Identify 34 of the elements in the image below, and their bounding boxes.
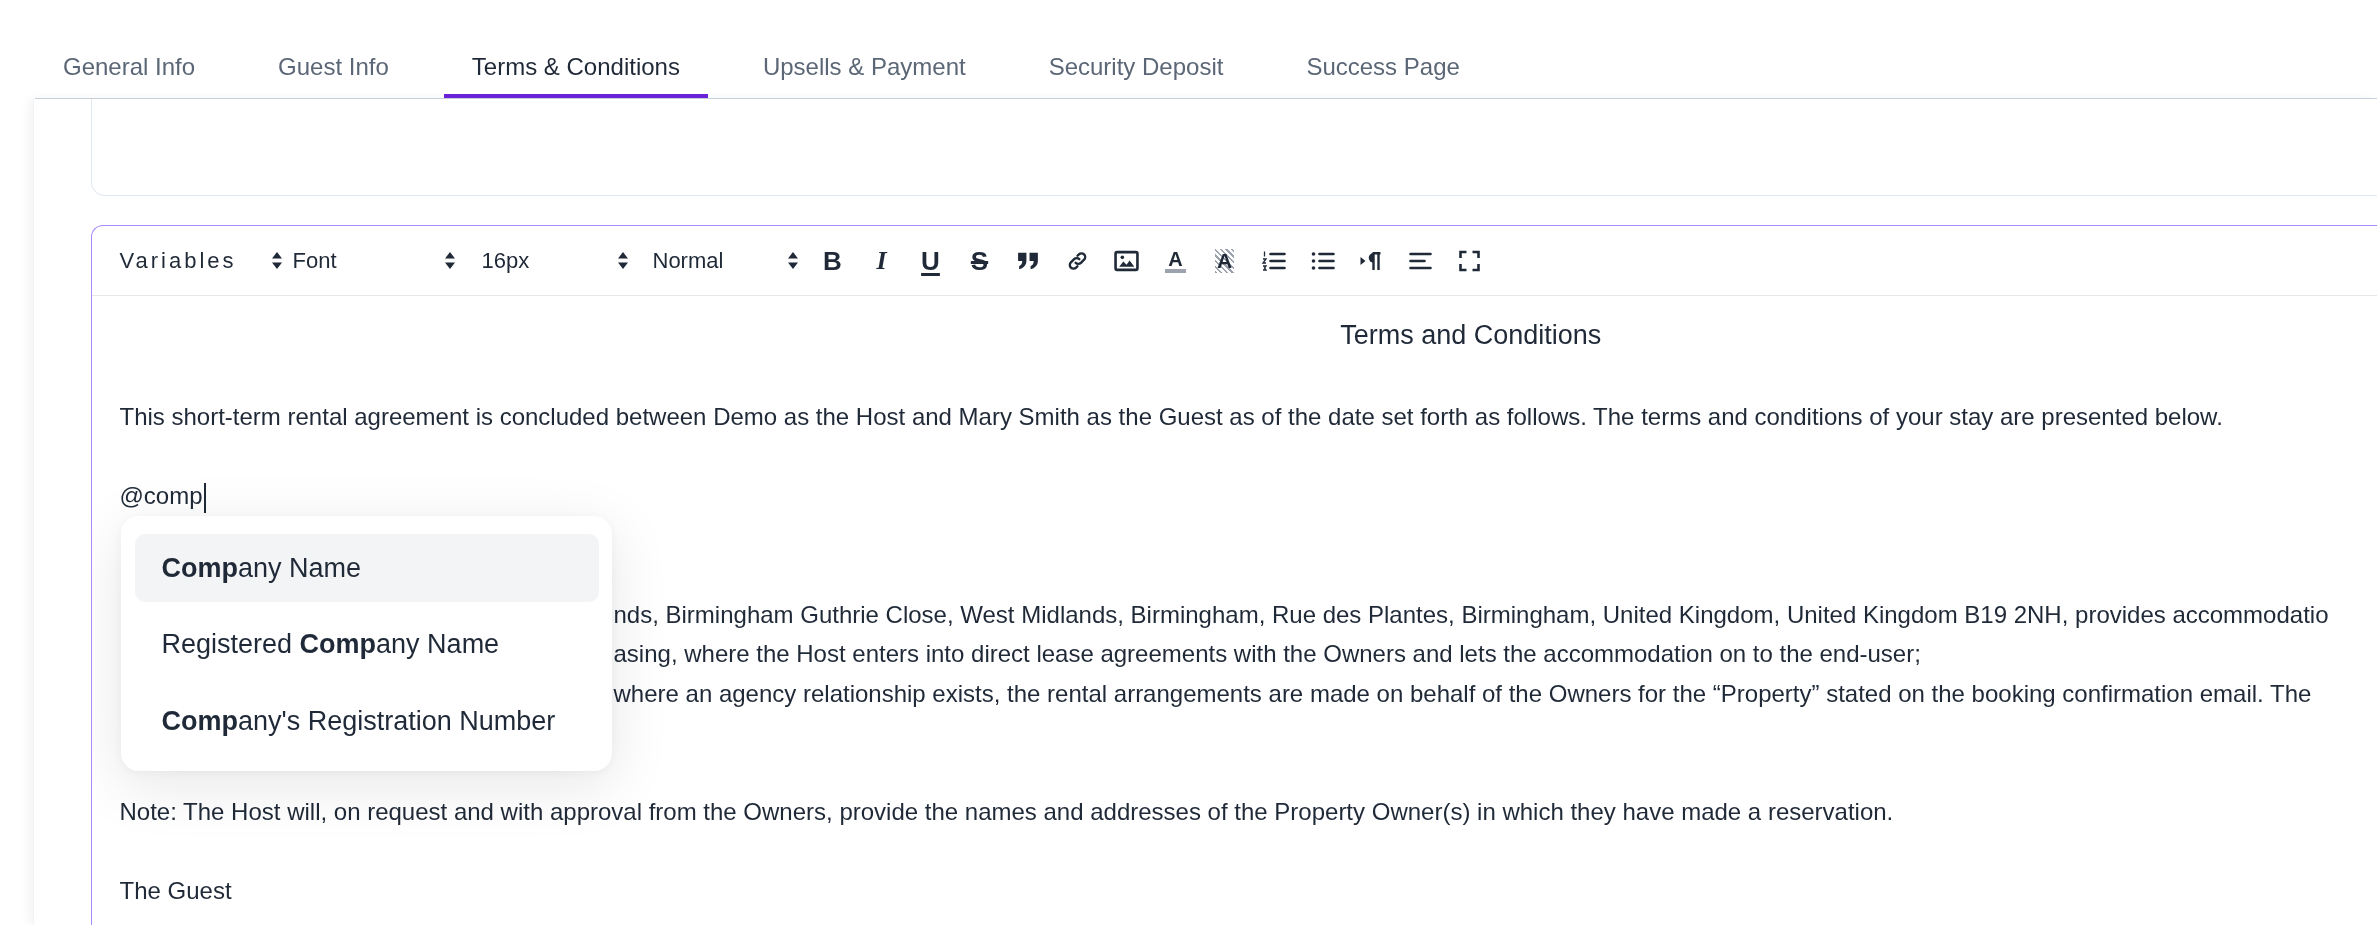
highlight-color-button[interactable]: A bbox=[1200, 240, 1249, 281]
font-size-dropdown[interactable]: 16px bbox=[481, 240, 629, 281]
strikethrough-button[interactable]: S bbox=[955, 240, 1004, 281]
paragraph-text: Note: The Host will, on request and with approval from the Owners, provide the names and addresses of the Property Owner(s) in which they have made a reservation. bbox=[119, 798, 1894, 825]
heading-dropdown[interactable]: Normal bbox=[652, 240, 799, 281]
tab[interactable]: Guest Info bbox=[250, 0, 417, 98]
tab[interactable]: Upsells & Payment bbox=[734, 0, 994, 98]
numbered-list-icon bbox=[1261, 249, 1286, 272]
pilcrow-icon bbox=[1359, 249, 1384, 272]
underline-button[interactable]: U bbox=[906, 240, 955, 281]
tab[interactable]: Terms & Conditions bbox=[443, 0, 708, 98]
up-down-arrows-icon bbox=[270, 251, 283, 270]
tab[interactable]: General Info bbox=[35, 0, 224, 98]
mention-input-text: @comp bbox=[119, 482, 203, 509]
text-color-button[interactable]: A bbox=[1151, 240, 1200, 281]
bold-button[interactable]: B bbox=[808, 240, 857, 281]
document-title: Terms and Conditions bbox=[1340, 319, 1602, 350]
font-dropdown[interactable]: Font bbox=[292, 240, 456, 281]
bullet-list-icon bbox=[1310, 249, 1335, 272]
paragraph-text: nds, Birmingham Guthrie Close, West Midlands, Birmingham, Rue des Plantes, Birmingham, United Kingdom, United Kingdom B19 2NH, provides accommodatio bbox=[613, 600, 2329, 628]
suggestion-item[interactable]: Company Name bbox=[134, 533, 599, 602]
up-down-arrows-icon bbox=[616, 251, 629, 270]
variables-dropdown[interactable]: Variables bbox=[119, 240, 283, 281]
up-down-arrows-icon bbox=[443, 251, 456, 270]
paragraph-text: asing, where the Host enters into direct lease agreements with the Owners and lets the accommodation on to the end-user; bbox=[613, 640, 1921, 667]
fullscreen-icon bbox=[1457, 249, 1482, 272]
tab[interactable]: Security Deposit bbox=[1020, 0, 1252, 98]
italic-button[interactable]: I bbox=[857, 240, 906, 281]
paragraph-text: This short-term rental agreement is concluded between Demo as the Host and Mary Smith as the Guest as of the date set forth as follows. The terms and conditions of your stay are presented below. bbox=[119, 403, 2223, 430]
up-down-arrows-icon bbox=[786, 251, 799, 270]
image-icon bbox=[1114, 249, 1139, 272]
tab[interactable]: Success Page bbox=[1278, 0, 1488, 98]
paragraph-text: where an agency relationship exists, the rental arrangements are made on behalf of the Owners for the “Property” stated on the booking confirmation email. The bbox=[613, 679, 2312, 707]
paragraph-text: The Guest bbox=[119, 877, 232, 904]
